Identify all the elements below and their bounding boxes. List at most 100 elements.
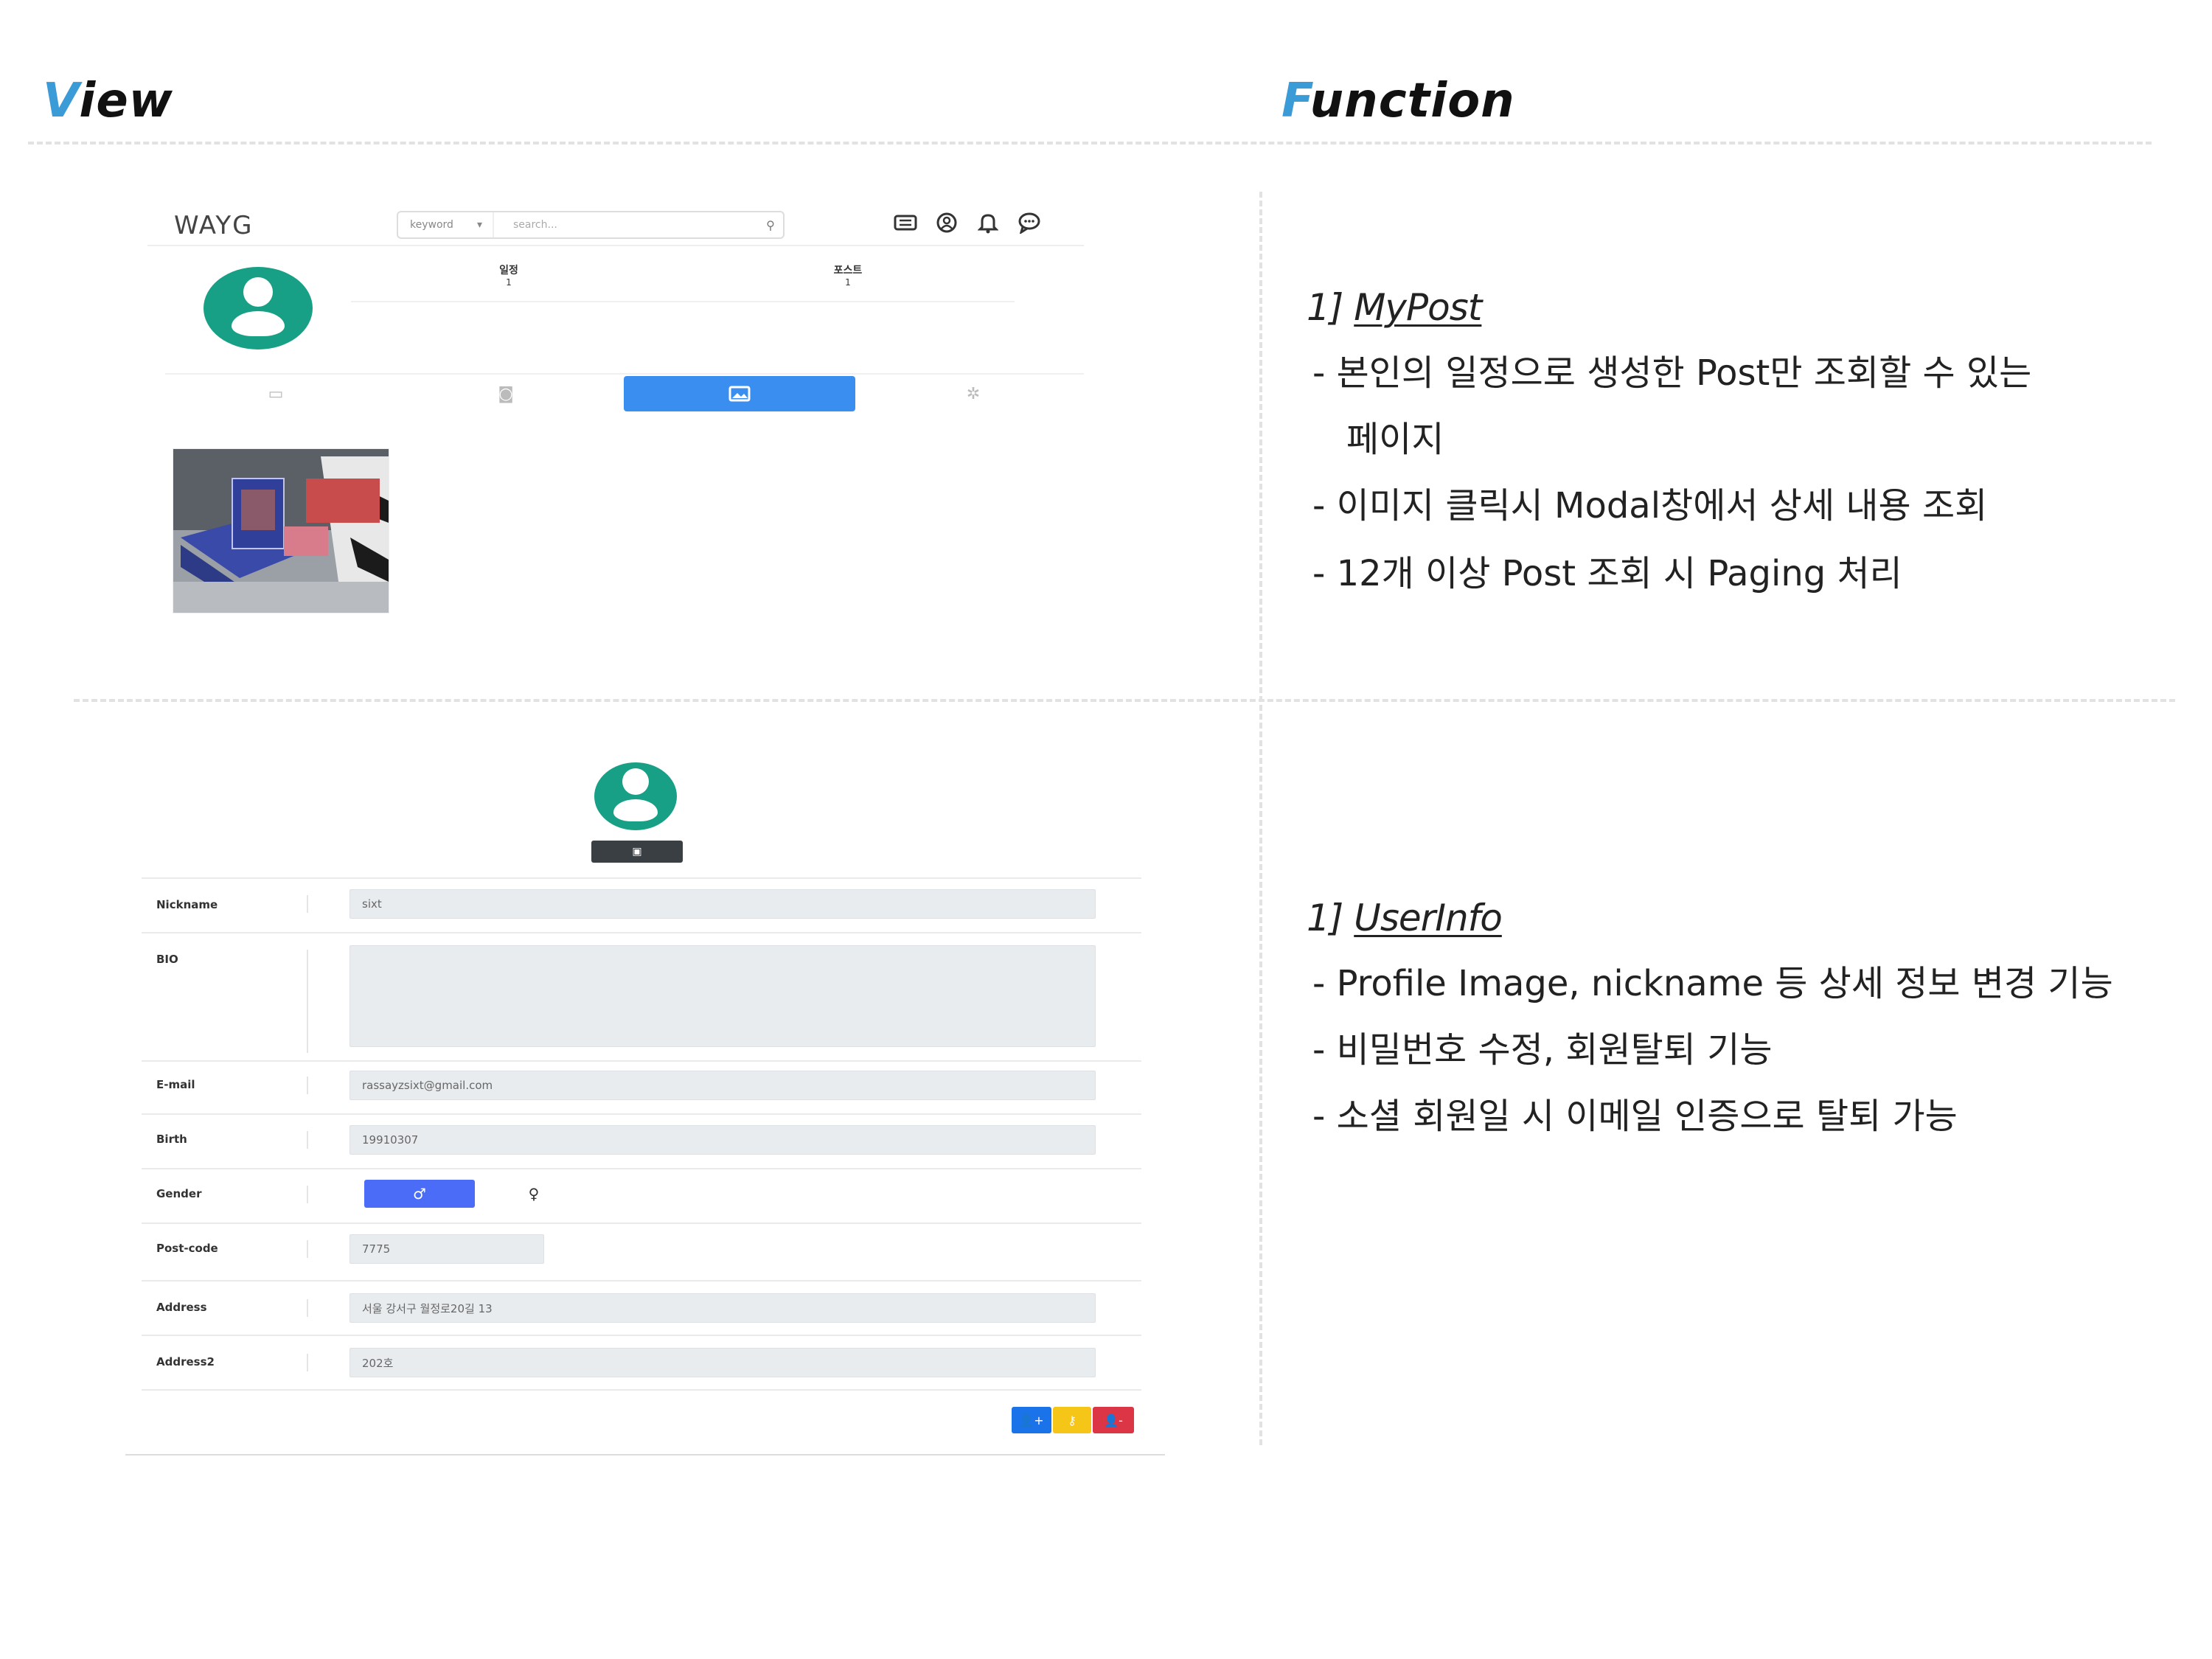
tab-posts[interactable] [624,376,855,411]
avatar-head [622,768,649,795]
form-row-line [142,1222,1141,1224]
form-row-line [142,1113,1141,1115]
form-row-line [142,1060,1141,1062]
mypost-screenshot: WAYG keyword ▾ search... ⚲ 일정 1 포스트 1 ▭ … [147,199,1106,656]
userinfo-line-3: - 소셜 회원일 시 이메일 인증으로 탈퇴 가능 [1312,1096,1958,1137]
function-heading: Function [1281,74,1515,128]
mypost-line-1: - 본인의 일정으로 생성한 Post만 조회할 수 있는 [1312,352,2032,394]
postcode-field[interactable]: 7775 [349,1234,544,1264]
mypost-function-title: 1] MyPost [1307,286,1482,329]
address2-field[interactable]: 202호 [349,1348,1096,1377]
mypost-number: 1] [1307,286,1343,329]
search-bar[interactable]: keyword ▾ search... ⚲ [397,211,785,239]
gender-separator [307,1186,308,1203]
nickname-label: Nickname [156,898,218,911]
change-password-button[interactable]: ⚷ [1053,1407,1091,1433]
bio-field[interactable] [349,945,1096,1047]
address2-separator [307,1354,308,1371]
bell-icon[interactable] [975,209,1001,236]
calendar-icon: ▭ [268,384,284,403]
userinfo-line-2: - 비밀번호 수정, 회원탈퇴 기능 [1312,1029,1773,1071]
view-heading-rest: iew [79,74,173,128]
header-divider [28,142,2152,145]
avatar-body [613,799,658,821]
tabs-divider [165,373,1084,375]
upload-image-button[interactable]: ▣ [591,841,683,863]
userinfo-number: 1] [1307,897,1343,939]
function-heading-rest: unction [1310,74,1515,128]
stat-posts-label: 포스트 [833,265,863,276]
list-icon[interactable] [892,209,919,236]
gender-label: Gender [156,1187,202,1200]
tab-schedules[interactable]: ▭ [165,376,386,411]
email-separator [307,1077,308,1094]
key-icon: ⚷ [1068,1413,1077,1427]
avatar-head [243,277,273,307]
nickname-separator [307,895,308,913]
image-upload-icon: ▣ [632,846,642,858]
stat-schedules-label: 일정 [499,265,518,276]
search-icon[interactable]: ⚲ [758,218,783,232]
search-input[interactable]: search... [494,219,758,231]
form-row-line [142,932,1141,933]
profile-avatar [204,267,313,349]
address-field[interactable]: 서울 강서구 월정로20길 13 [349,1293,1096,1323]
form-bottom-line [125,1454,1165,1455]
chevron-down-icon: ▾ [476,219,482,231]
birth-label: Birth [156,1133,187,1146]
userinfo-title: UserInfo [1354,897,1503,939]
mypost-line-2: 페이지 [1346,419,1444,460]
address-separator [307,1299,308,1317]
female-icon: ♀ [528,1185,540,1203]
nav-divider [147,245,1084,246]
middle-divider [74,699,2175,702]
form-row-line [142,1335,1141,1336]
stats-divider [351,301,1015,302]
post-image [173,449,389,613]
function-heading-initial: F [1281,74,1310,128]
post-thumbnail[interactable] [173,448,389,613]
bio-separator [307,950,308,1053]
bio-label: BIO [156,953,178,966]
column-divider [1259,192,1262,1445]
stat-posts: 포스트 1 [804,262,892,288]
view-heading: View [43,74,173,128]
stat-schedules: 일정 1 [472,262,546,288]
address-label: Address [156,1301,207,1314]
form-row-line [142,1168,1141,1169]
tab-settings[interactable]: ✲ [863,376,1084,411]
wayg-logo[interactable]: WAYG [174,211,254,240]
userinfo-screenshot: ▣ Nickname sixt BIO E-mail rassayzsixt@g… [125,752,1172,1460]
user-plus-icon: 👤+ [1019,1413,1044,1427]
form-top-line [142,877,1141,879]
address2-label: Address2 [156,1355,215,1368]
view-heading-initial: V [43,74,80,128]
user-circle-icon[interactable] [933,209,960,236]
postcode-separator [307,1240,308,1258]
avatar-body [232,311,285,336]
search-type-select[interactable]: keyword ▾ [398,212,494,237]
userinfo-line-1: - Profile Image, nickname 등 상세 정보 변경 기능 [1312,963,2113,1004]
withdraw-button[interactable]: 👤- [1093,1407,1134,1433]
gender-male-button[interactable]: ♂ [364,1180,475,1208]
gear-icon: ✲ [966,384,981,403]
chat-icon[interactable] [1016,209,1043,236]
gender-female-button[interactable]: ♀ [519,1180,549,1208]
postcode-label: Post-code [156,1242,218,1255]
email-label: E-mail [156,1078,195,1091]
form-row-line [142,1389,1141,1391]
email-field[interactable]: rassayzsixt@gmail.com [349,1071,1096,1100]
mypost-line-3: - 이미지 클릭시 Modal창에서 상세 내용 조회 [1312,485,1988,526]
male-icon: ♂ [413,1185,426,1203]
birth-field[interactable]: 19910307 [349,1125,1096,1155]
user-minus-icon: 👤- [1104,1413,1123,1427]
image-icon [728,386,751,402]
nickname-field[interactable]: sixt [349,889,1096,919]
edit-user-button[interactable]: 👤+ [1012,1407,1051,1433]
birth-separator [307,1131,308,1149]
tab-camera[interactable]: ◙ [395,376,616,411]
mypost-title: MyPost [1354,286,1482,329]
userinfo-avatar[interactable] [594,762,677,830]
stat-schedules-value: 1 [506,277,512,288]
search-type-value: keyword [410,219,453,231]
